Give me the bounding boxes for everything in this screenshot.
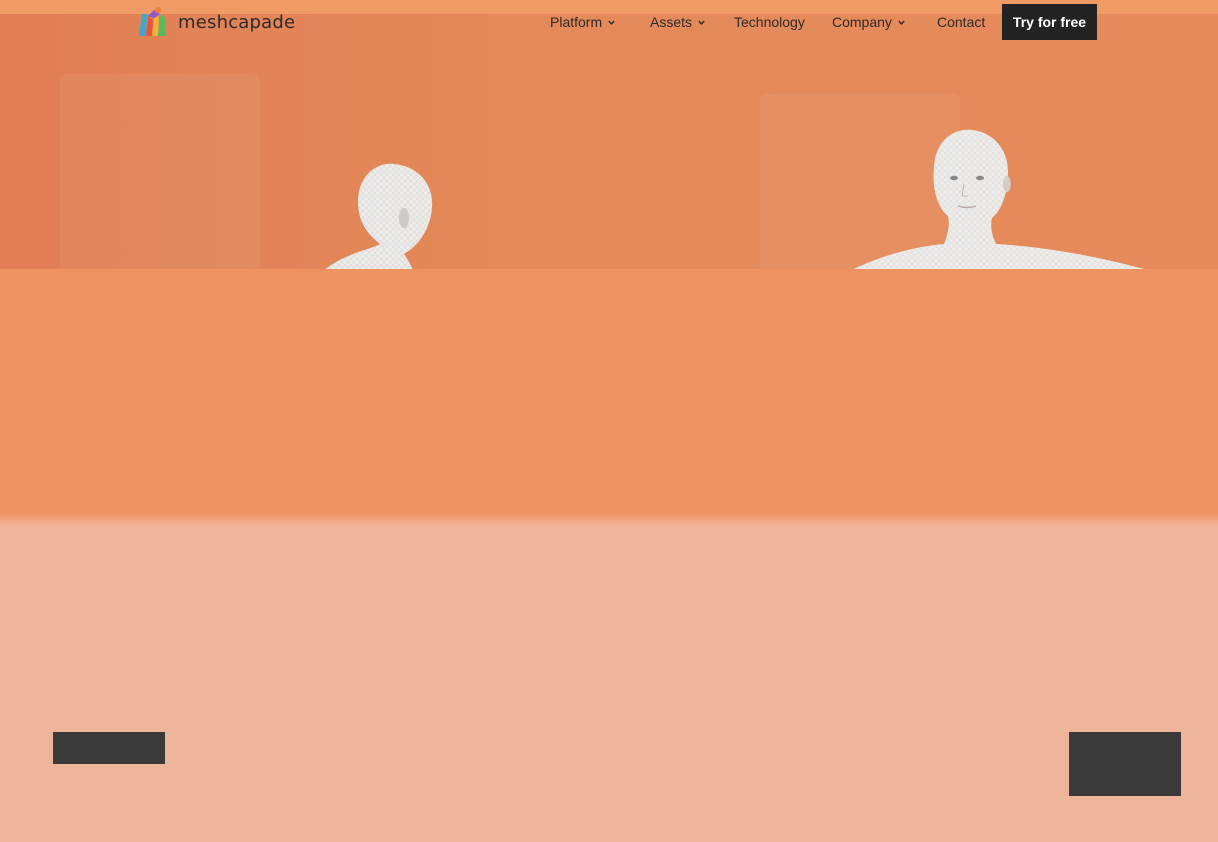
chevron-down-icon [608,20,615,25]
nav-item-contact[interactable]: Contact [937,14,985,30]
orange-band [0,269,1218,516]
section-fade [0,512,1218,526]
avatar-front-view [853,129,1146,269]
nav-item-label: Contact [937,14,986,30]
chevron-down-icon [698,20,705,25]
meshcapade-logo-icon [139,7,166,36]
nav-item-technology[interactable]: Technology [734,14,805,30]
nav-item-label: Company [832,14,892,30]
top-navigation: meshcapade Platform Assets Technology Co… [0,0,1218,44]
placeholder-button-right[interactable] [1069,732,1181,796]
lower-section [0,526,1218,842]
nav-item-assets[interactable]: Assets [650,14,706,30]
placeholder-button-left[interactable] [53,732,165,764]
nav-item-label: Assets [650,14,693,30]
nav-item-platform[interactable]: Platform [550,14,616,30]
try-for-free-button[interactable]: Try for free [1002,4,1097,40]
chevron-down-icon [898,20,905,25]
avatar-back-view [325,163,433,269]
brand-logo[interactable]: meshcapade [136,6,295,38]
nav-item-label: Technology [734,14,805,30]
background-haze [60,74,260,269]
brand-name: meshcapade [178,11,296,33]
nav-item-label: Platform [550,14,603,30]
nav-item-company[interactable]: Company [832,14,906,30]
hero-section [0,14,1218,269]
